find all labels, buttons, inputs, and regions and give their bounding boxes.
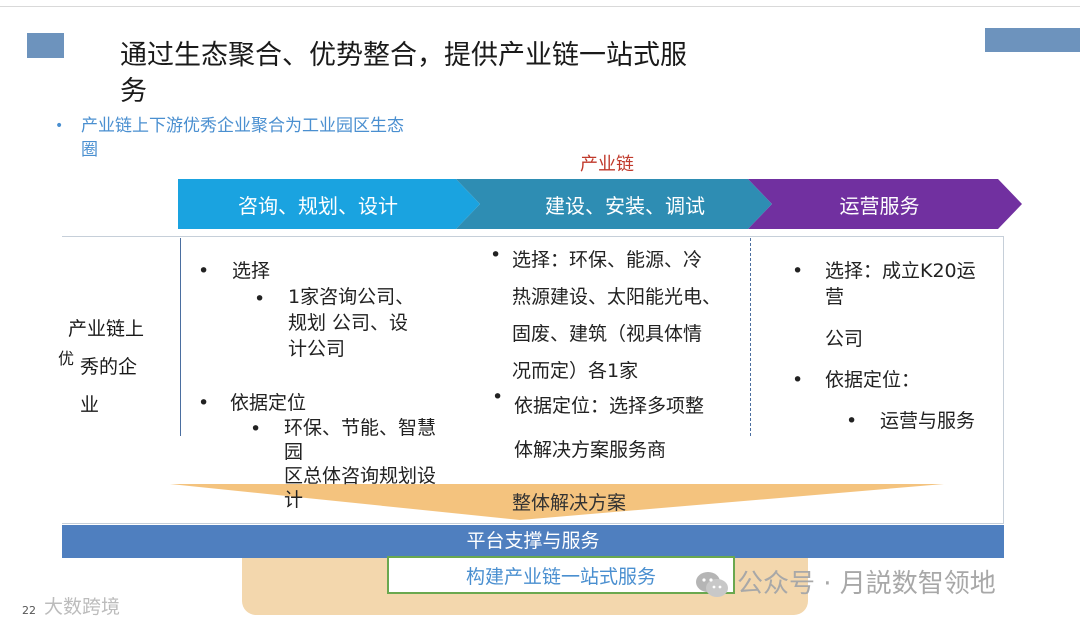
col1-bullet-dot-2: • [198, 392, 210, 414]
row-label: 产业链上 优 秀的企 业 [58, 310, 172, 424]
col2-choose-line-2: 热源建设、太阳能光电、 [512, 286, 722, 308]
watermark-right-text: 公众号 · 月説数智领地 [737, 569, 996, 599]
wechat-icon [696, 571, 728, 597]
stage-label-3: 运营服务 [839, 194, 920, 218]
col2-bullet-dot-2: • [492, 386, 504, 408]
stage-label-1: 咨询、规划、设计 [238, 194, 398, 218]
col3-positioning: 依据定位： [825, 369, 921, 391]
col2-positioning: 依据定位：选择多项整 体解决方案服务商 [514, 384, 750, 472]
col1-pos-line-2: 园 [284, 441, 304, 463]
col3-sub-dot: • [846, 410, 858, 432]
col3-bullet-dot-2: • [792, 369, 804, 391]
stage-label-2: 建设、安装、调试 [545, 194, 705, 218]
row-label-small: 优 [58, 349, 75, 368]
col3-bullet-dot-1: • [792, 260, 804, 282]
table-frame-top [62, 236, 1004, 237]
funnel-label: 整体解决方案 [512, 492, 627, 514]
col1-positioning-detail: 环保、节能、智慧 园 区总体咨询规划设 计 [284, 416, 474, 512]
col2-pos-line-1: 依据定位：选择多项整 [514, 395, 705, 417]
row-label-line-3: 业 [80, 394, 100, 416]
col3-choose-line-3: 公司 [825, 328, 864, 350]
col3-positioning-detail: 运营与服务 [880, 410, 976, 432]
column-divider-1 [180, 238, 181, 436]
col2-choose: 选择：环保、能源、冷 热源建设、太阳能光电、 固废、建筑（视具体情 况而定）各1… [512, 242, 748, 390]
col1-pos-line-4: 计 [284, 489, 304, 511]
col2-pos-line-2: 体解决方案服务商 [514, 439, 667, 461]
table-frame-bottom [62, 523, 1004, 524]
col1-sub-dot-1: • [254, 288, 266, 310]
col3-choose-line-2: 营 [825, 286, 845, 308]
col1-positioning: 依据定位 [230, 392, 307, 414]
page-number: 22 [22, 604, 36, 617]
col1-pos-line-3: 区总体咨询规划设 [284, 465, 437, 487]
col2-choose-line-1: 选择：环保、能源、冷 [512, 249, 703, 271]
col2-choose-line-3: 固废、建筑（视具体情 [512, 323, 703, 345]
row-label-line-1: 产业链上 [68, 318, 145, 340]
watermark-right: 公众号 · 月説数智领地 [695, 563, 996, 600]
bottom-service-box: 构建产业链一站式服务 [387, 556, 735, 594]
platform-bar: 平台支撑与服务 [62, 525, 1004, 558]
col1-bullet-dot-1: • [198, 260, 210, 282]
col1-choose: 选择 [232, 260, 271, 282]
col1-sub-dot-2: • [250, 418, 262, 440]
col3-choose: 选择：成立K20运 营 公司 [825, 258, 1005, 352]
col1-choose-line-2: 规划 公司、设 [288, 312, 409, 334]
col1-pos-line-1: 环保、节能、智慧 [284, 417, 437, 439]
col1-choose-detail: 1家咨询公司、 规划 公司、设 计公司 [288, 284, 458, 362]
col3-choose-line-1: 选择：成立K20运 [825, 260, 976, 282]
column-divider-2 [750, 238, 752, 436]
col2-bullet-dot-1: • [490, 244, 502, 266]
col1-choose-line-1: 1家咨询公司、 [288, 286, 415, 308]
col1-choose-line-3: 计公司 [288, 338, 346, 360]
